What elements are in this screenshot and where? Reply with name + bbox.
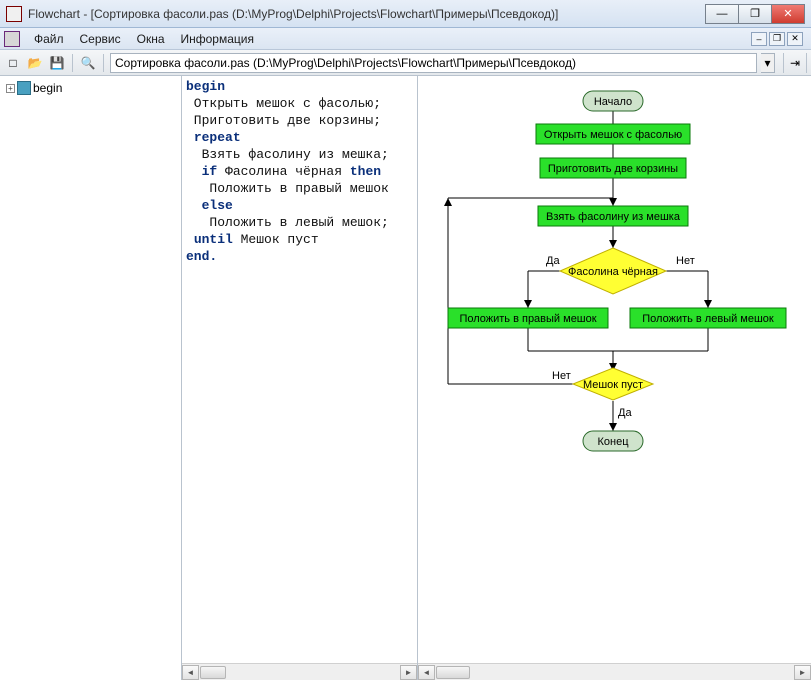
tree-pane[interactable]: + begin [0, 76, 182, 680]
label-yes-left: Да [546, 255, 560, 267]
scroll-thumb[interactable] [200, 666, 226, 679]
menu-file[interactable]: Файл [26, 30, 72, 48]
svg-text:Взять фасолину из мешка: Взять фасолину из мешка [546, 211, 681, 223]
code-h-scrollbar[interactable]: ◄ ► [182, 663, 417, 680]
new-file-icon[interactable]: □ [4, 54, 22, 72]
node-open[interactable]: Открыть мешок с фасолью [536, 124, 690, 144]
mdi-restore-button[interactable]: ❐ [769, 32, 785, 46]
scroll-track[interactable] [435, 665, 794, 680]
file-path-combo[interactable]: Сортировка фасоли.pas (D:\MyProg\Delphi\… [110, 53, 757, 73]
node-cond-black[interactable]: Фасолина чёрная [560, 248, 666, 294]
code-line[interactable]: Приготовить две корзины; [186, 112, 417, 129]
menu-service[interactable]: Сервис [72, 30, 129, 48]
scroll-right-icon[interactable]: ► [794, 665, 811, 680]
flowchart-svg: Начало Открыть мешок с фасолью Приготови… [418, 76, 808, 536]
label-no-right: Нет [676, 255, 695, 267]
svg-text:Приготовить две корзины: Приготовить две корзины [548, 163, 678, 175]
code-line[interactable]: begin [186, 78, 417, 95]
node-end[interactable]: Конец [583, 431, 643, 451]
tree-root-item[interactable]: + begin [2, 80, 179, 96]
scroll-right-icon[interactable]: ► [400, 665, 417, 680]
tree-root-label: begin [33, 81, 62, 95]
node-cond-empty[interactable]: Мешок пуст [573, 368, 653, 400]
code-pane: begin Открыть мешок с фасолью; Приготови… [182, 76, 418, 680]
label-yes-down: Да [618, 407, 632, 419]
menubar: Файл Сервис Окна Информация – ❐ ✕ [0, 28, 811, 50]
window-title: Flowchart - [Сортировка фасоли.pas (D:\M… [28, 7, 706, 21]
svg-text:Положить в правый мешок: Положить в правый мешок [459, 313, 596, 325]
node-prep[interactable]: Приготовить две корзины [540, 158, 686, 178]
app-icon [6, 6, 22, 22]
flow-h-scrollbar[interactable]: ◄ ► [418, 663, 811, 680]
toolbar: □ 📂 💾 🔍 Сортировка фасоли.pas (D:\MyProg… [0, 50, 811, 76]
node-start[interactable]: Начало [583, 91, 643, 111]
client-area: + begin begin Открыть мешок с фасолью; П… [0, 76, 811, 680]
svg-text:Начало: Начало [594, 96, 632, 108]
code-line[interactable]: else [186, 197, 417, 214]
code-line[interactable]: Положить в правый мешок [186, 180, 417, 197]
code-line[interactable]: Взять фасолину из мешка; [186, 146, 417, 163]
svg-text:Конец: Конец [597, 436, 629, 448]
maximize-button[interactable]: ❐ [738, 4, 772, 24]
scroll-left-icon[interactable]: ◄ [418, 665, 435, 680]
menu-info[interactable]: Информация [173, 30, 262, 48]
chevron-down-icon[interactable]: ▾ [761, 53, 775, 73]
svg-text:Открыть мешок с фасолью: Открыть мешок с фасолью [544, 129, 682, 141]
open-file-icon[interactable]: 📂 [26, 54, 44, 72]
code-editor[interactable]: begin Открыть мешок с фасолью; Приготови… [182, 76, 417, 663]
svg-text:Положить в левый мешок: Положить в левый мешок [642, 313, 774, 325]
code-line[interactable]: end. [186, 248, 417, 265]
goto-icon[interactable]: ⇥ [783, 53, 807, 73]
find-icon[interactable]: 🔍 [79, 54, 97, 72]
code-line[interactable]: until Мешок пуст [186, 231, 417, 248]
toolbar-separator [103, 54, 104, 72]
scroll-thumb[interactable] [436, 666, 470, 679]
flow-pane: Начало Открыть мешок с фасолью Приготови… [418, 76, 811, 680]
close-button[interactable]: ✕ [771, 4, 805, 24]
code-line[interactable]: repeat [186, 129, 417, 146]
node-put-left[interactable]: Положить в левый мешок [630, 308, 786, 328]
mdi-minimize-button[interactable]: – [751, 32, 767, 46]
code-line[interactable]: Открыть мешок с фасолью; [186, 95, 417, 112]
scroll-track[interactable] [199, 665, 400, 680]
code-line[interactable]: if Фасолина чёрная then [186, 163, 417, 180]
titlebar: Flowchart - [Сортировка фасоли.pas (D:\M… [0, 0, 811, 28]
scroll-left-icon[interactable]: ◄ [182, 665, 199, 680]
flowchart-canvas[interactable]: Начало Открыть мешок с фасолью Приготови… [418, 76, 811, 663]
expand-icon[interactable]: + [6, 84, 15, 93]
mdi-app-icon[interactable] [4, 31, 20, 47]
mdi-buttons: – ❐ ✕ [751, 32, 807, 46]
toolbar-separator [72, 54, 73, 72]
node-put-right[interactable]: Положить в правый мешок [448, 308, 608, 328]
label-no-loop: Нет [552, 370, 571, 382]
svg-text:Фасолина чёрная: Фасолина чёрная [568, 266, 658, 278]
mdi-close-button[interactable]: ✕ [787, 32, 803, 46]
node-icon [17, 81, 31, 95]
minimize-button[interactable]: — [705, 4, 739, 24]
node-take[interactable]: Взять фасолину из мешка [538, 206, 688, 226]
window-buttons: — ❐ ✕ [706, 4, 805, 24]
menu-windows[interactable]: Окна [129, 30, 173, 48]
save-file-icon[interactable]: 💾 [48, 54, 66, 72]
code-line[interactable]: Положить в левый мешок; [186, 214, 417, 231]
svg-text:Мешок пуст: Мешок пуст [583, 379, 643, 391]
